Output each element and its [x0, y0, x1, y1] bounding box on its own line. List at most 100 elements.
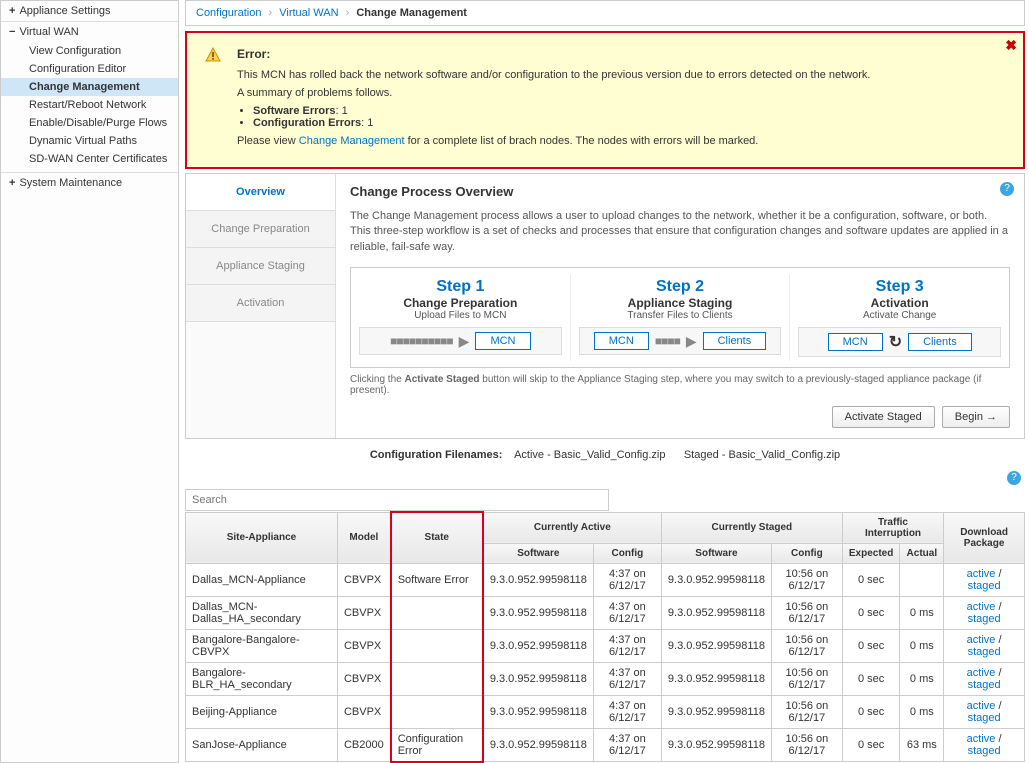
link-download-active[interactable]: active — [967, 601, 996, 613]
expand-icon: + — [9, 5, 15, 17]
cell-state — [391, 695, 483, 728]
cell-cs-sw: 9.3.0.952.99598118 — [661, 662, 771, 695]
table-row: Bangalore-Bangalore-CBVPXCBVPX9.3.0.952.… — [186, 629, 1025, 662]
error-text-line1: This MCN has rolled back the network sof… — [237, 69, 983, 81]
help-icon[interactable]: ? — [1007, 471, 1021, 485]
th-currently-active[interactable]: Currently Active — [483, 512, 662, 543]
cell-ca-cfg: 4:37 on 6/12/17 — [593, 728, 661, 762]
sidebar-item-view-configuration[interactable]: View Configuration — [1, 42, 178, 60]
step-subtitle: Activate Change — [798, 310, 1001, 321]
chip-mcn: MCN — [475, 332, 530, 350]
sidebar-item-configuration-editor[interactable]: Configuration Editor — [1, 60, 178, 78]
sidebar-item-enable-disable-purge[interactable]: Enable/Disable/Purge Flows — [1, 114, 178, 132]
sidebar-item-sdwan-center-certificates[interactable]: SD-WAN Center Certificates — [1, 150, 178, 168]
th-ca-software[interactable]: Software — [483, 543, 594, 563]
step-title: Activation — [798, 296, 1001, 310]
error-footer: Please view Change Management for a comp… — [237, 135, 983, 147]
link-download-active[interactable]: active — [967, 667, 996, 679]
begin-button[interactable]: Begin → — [942, 406, 1010, 428]
breadcrumb: Configuration › Virtual WAN › Change Man… — [185, 0, 1025, 26]
chevron-right-icon: › — [346, 7, 350, 19]
sidebar-item-restart-reboot[interactable]: Restart/Reboot Network — [1, 96, 178, 114]
search-input[interactable] — [185, 489, 609, 511]
arrow-right-icon: ▶ — [686, 333, 697, 350]
close-icon[interactable]: ✖ — [1005, 37, 1017, 54]
link-download-active[interactable]: active — [967, 700, 996, 712]
th-cs-software[interactable]: Software — [661, 543, 771, 563]
tab-activation[interactable]: Activation — [186, 285, 335, 322]
link-download-staged[interactable]: staged — [968, 580, 1001, 592]
help-icon[interactable]: ? — [1000, 182, 1014, 196]
step-subtitle: Upload Files to MCN — [359, 310, 562, 321]
cell-actual: 0 ms — [900, 662, 944, 695]
cell-ca-sw: 9.3.0.952.99598118 — [483, 629, 594, 662]
cell-download: active / staged — [944, 563, 1025, 596]
cell-ca-sw: 9.3.0.952.99598118 — [483, 728, 594, 762]
tab-change-preparation[interactable]: Change Preparation — [186, 211, 335, 248]
breadcrumb-configuration[interactable]: Configuration — [196, 7, 261, 19]
error-bullet-configuration: Configuration Errors: 1 — [253, 117, 983, 129]
cell-site: Bangalore-BLR_HA_secondary — [186, 662, 338, 695]
config-staged-label: Staged - — [684, 449, 729, 461]
cell-ca-sw: 9.3.0.952.99598118 — [483, 695, 594, 728]
warning-icon — [205, 47, 221, 63]
th-expected[interactable]: Expected — [842, 543, 900, 563]
sidebar-item-change-management[interactable]: Change Management — [1, 78, 178, 96]
error-heading: Error: — [237, 47, 983, 61]
sidebar-section-system-maintenance[interactable]: +System Maintenance — [1, 173, 178, 193]
dotted-line-icon: ■■■■■■■■■■ — [390, 334, 452, 348]
sidebar-section-virtual-wan[interactable]: −Virtual WAN — [1, 22, 178, 42]
cell-state: Configuration Error — [391, 728, 483, 762]
cell-cs-sw: 9.3.0.952.99598118 — [661, 563, 771, 596]
step-number: Step 1 — [359, 278, 562, 296]
link-download-staged[interactable]: staged — [968, 712, 1001, 724]
cell-site: Beijing-Appliance — [186, 695, 338, 728]
error-banner: ✖ Error: This MCN has rolled back the ne… — [185, 31, 1025, 169]
link-download-active[interactable]: active — [967, 733, 996, 745]
collapse-icon: − — [9, 26, 15, 38]
cell-ca-sw: 9.3.0.952.99598118 — [483, 662, 594, 695]
tab-appliance-staging[interactable]: Appliance Staging — [186, 248, 335, 285]
chip-clients: Clients — [908, 333, 972, 351]
change-process-panel: Overview Change Preparation Appliance St… — [185, 173, 1025, 439]
th-download-package[interactable]: Download Package — [944, 512, 1025, 563]
step-number: Step 3 — [798, 278, 1001, 296]
sidebar-section-label: System Maintenance — [19, 177, 122, 189]
error-link-change-management[interactable]: Change Management — [299, 135, 405, 147]
sidebar-section-appliance-settings[interactable]: +Appliance Settings — [1, 1, 178, 21]
th-currently-staged[interactable]: Currently Staged — [661, 512, 842, 543]
cell-cs-sw: 9.3.0.952.99598118 — [661, 629, 771, 662]
cell-expected: 0 sec — [842, 728, 900, 762]
link-download-staged[interactable]: staged — [968, 679, 1001, 691]
cell-expected: 0 sec — [842, 662, 900, 695]
link-download-staged[interactable]: staged — [968, 745, 1001, 757]
th-traffic-interruption[interactable]: Traffic Interruption — [842, 512, 943, 543]
link-download-staged[interactable]: staged — [968, 646, 1001, 658]
link-download-active[interactable]: active — [967, 634, 996, 646]
config-active-label: Active - — [514, 449, 554, 461]
cell-ca-cfg: 4:37 on 6/12/17 — [593, 662, 661, 695]
step-title: Change Preparation — [359, 296, 562, 310]
sidebar-item-dynamic-virtual-paths[interactable]: Dynamic Virtual Paths — [1, 132, 178, 150]
step-flow: MCN ■■■■▶ Clients — [579, 327, 782, 355]
breadcrumb-virtual-wan[interactable]: Virtual WAN — [279, 7, 338, 19]
step-flow: ■■■■■■■■■■▶ MCN — [359, 327, 562, 355]
cell-cs-cfg: 10:56 on 6/12/17 — [771, 563, 842, 596]
th-model[interactable]: Model — [337, 512, 390, 563]
cell-actual: 63 ms — [900, 728, 944, 762]
th-site-appliance[interactable]: Site-Appliance — [186, 512, 338, 563]
breadcrumb-current: Change Management — [356, 7, 467, 19]
cell-state — [391, 629, 483, 662]
cell-ca-sw: 9.3.0.952.99598118 — [483, 563, 594, 596]
th-ca-config[interactable]: Config — [593, 543, 661, 563]
cell-download: active / staged — [944, 695, 1025, 728]
tab-overview[interactable]: Overview — [186, 174, 335, 211]
cell-actual: 0 ms — [900, 596, 944, 629]
link-download-staged[interactable]: staged — [968, 613, 1001, 625]
th-actual[interactable]: Actual — [900, 543, 944, 563]
th-cs-config[interactable]: Config — [771, 543, 842, 563]
th-state[interactable]: State — [391, 512, 483, 563]
link-download-active[interactable]: active — [967, 568, 996, 580]
activate-staged-button[interactable]: Activate Staged — [832, 406, 935, 428]
cell-actual — [900, 563, 944, 596]
